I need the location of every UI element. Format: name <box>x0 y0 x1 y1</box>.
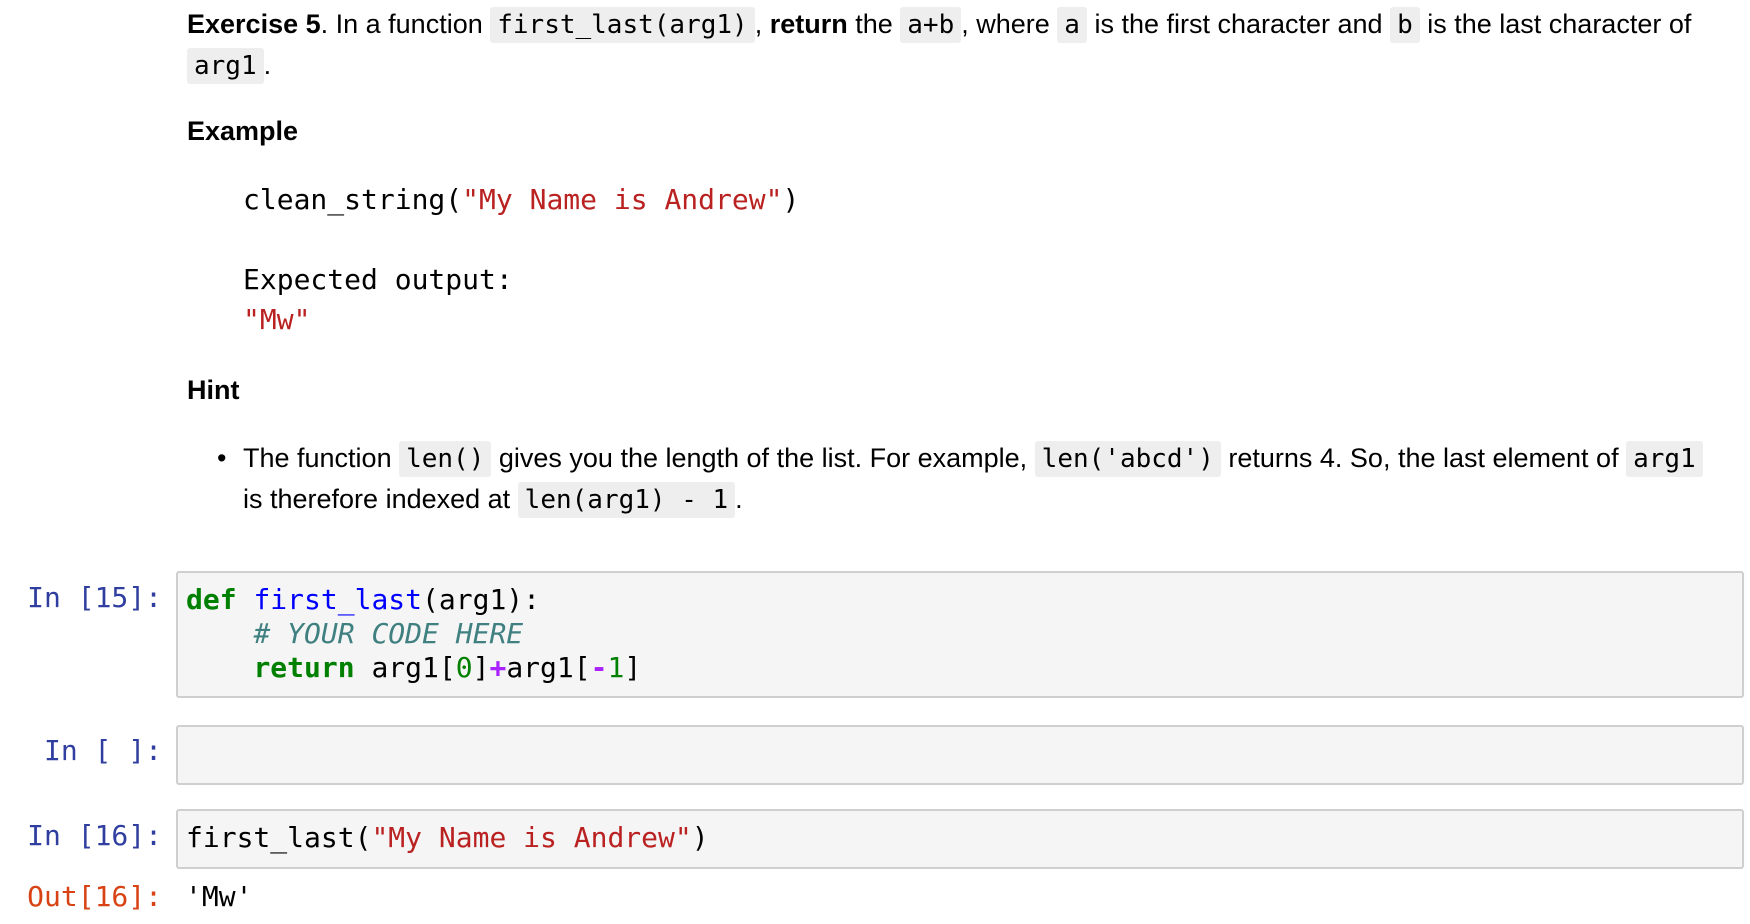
code-cell-1[interactable]: def first_last(arg1): # YOUR CODE HERE r… <box>176 571 1744 698</box>
return-keyword: return <box>769 9 848 39</box>
cell-output: 'Mw' <box>185 880 253 913</box>
code-comment: # YOUR CODE HERE <box>253 617 524 650</box>
operator: - <box>590 651 608 684</box>
function-signature: (arg1): <box>422 583 541 616</box>
code-text: ) <box>691 821 709 854</box>
code-text: ] <box>624 651 642 684</box>
exercise-text-part: is the first character and <box>1086 9 1391 39</box>
hint-heading: Hint <box>187 375 240 405</box>
expected-output-value: "Mw" <box>243 303 311 336</box>
exercise-text: Exercise 5. In a function first_last(arg… <box>187 4 1707 86</box>
inline-code: a+b <box>900 7 962 43</box>
number-literal: 0 <box>455 651 473 684</box>
function-name: first_last <box>253 583 423 616</box>
hint-text-part: The function <box>243 443 400 473</box>
hint-text-part: . <box>735 484 743 514</box>
example-call: clean_string("My Name is Andrew") <box>243 180 799 220</box>
inline-code: len() <box>399 441 492 477</box>
code-cell-2[interactable] <box>176 725 1744 785</box>
example-heading: Example <box>187 116 299 146</box>
def-keyword: def <box>186 583 237 616</box>
inline-code: first_last(arg1) <box>490 7 755 43</box>
exercise-text-part: , <box>754 9 770 39</box>
code-text: arg1[ <box>354 651 456 684</box>
bullet-icon: • <box>217 443 227 473</box>
cell-prompt-in-15: In [15]: <box>27 581 162 614</box>
operator: + <box>489 651 507 684</box>
cell-prompt-out-16: Out[16]: <box>27 880 162 913</box>
exercise-text-part: the <box>847 9 901 39</box>
number-literal: 1 <box>607 651 625 684</box>
exercise-text-part: . <box>263 50 272 80</box>
exercise-text-part: . In a function <box>320 9 491 39</box>
inline-code: arg1 <box>1626 441 1703 477</box>
inline-code: a <box>1057 7 1087 43</box>
string-literal: "My Name is Andrew" <box>371 821 692 854</box>
inline-code: b <box>1390 7 1420 43</box>
exercise-text-part: is the last character of <box>1419 9 1692 39</box>
code-text: arg1[ <box>506 651 591 684</box>
exercise-text-part: , where <box>961 9 1058 39</box>
inline-code: len(arg1) - 1 <box>517 482 736 518</box>
code-cell-3[interactable]: first_last("My Name is Andrew") <box>176 809 1744 869</box>
hint-text-part: is therefore indexed at <box>243 484 518 514</box>
example-call-end: ) <box>782 183 800 216</box>
hint-text-part: returns 4. So, the last element of <box>1220 443 1627 473</box>
inline-code: arg1 <box>187 48 264 84</box>
expected-output-label: Expected output: <box>243 263 513 296</box>
return-keyword: return <box>253 651 355 684</box>
cell-prompt-in-empty: In [ ]: <box>43 734 162 767</box>
hint-text: The function len() gives you the length … <box>243 438 1713 520</box>
example-call-fn: clean_string( <box>243 183 463 216</box>
exercise-title: Exercise 5 <box>187 9 321 39</box>
cell-prompt-in-16: In [16]: <box>27 819 162 852</box>
hint-text-part: gives you the length of the list. For ex… <box>491 443 1035 473</box>
code-text: first_last( <box>186 821 372 854</box>
code-text: ] <box>472 651 490 684</box>
example-call-arg: "My Name is Andrew" <box>462 183 783 216</box>
inline-code: len('abcd') <box>1034 441 1221 477</box>
